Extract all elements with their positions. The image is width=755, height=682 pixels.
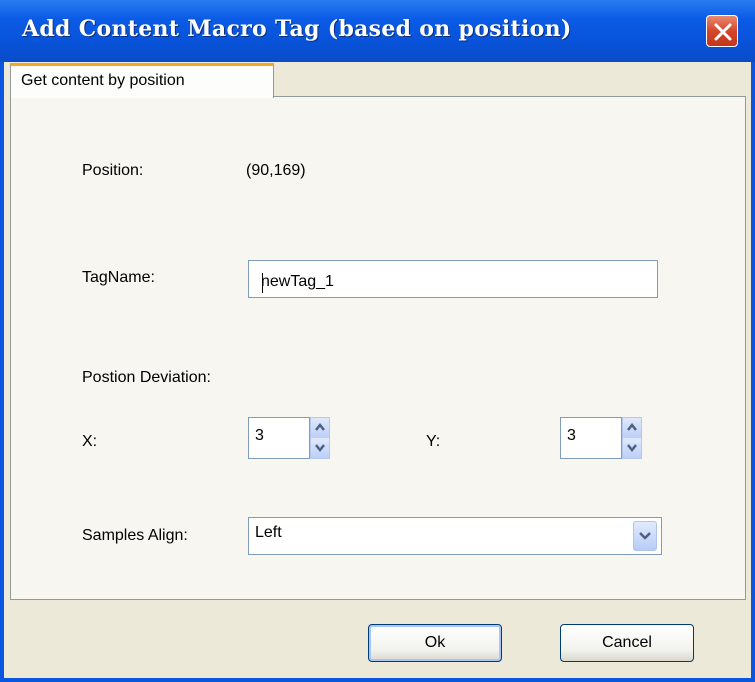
close-icon [714, 23, 732, 41]
y-spin-up[interactable] [623, 418, 641, 438]
chevron-down-icon [315, 444, 325, 453]
chevron-up-icon [315, 422, 325, 431]
cancel-button[interactable]: Cancel [560, 624, 694, 662]
y-value: 3 [567, 427, 576, 444]
close-button[interactable] [706, 15, 738, 47]
chevron-down-icon [639, 532, 651, 540]
tab-label: Get content by position [21, 72, 185, 89]
tab-get-content-by-position[interactable]: Get content by position [10, 63, 274, 98]
dropdown-button[interactable] [633, 521, 657, 551]
x-deviation-input[interactable]: 3 [248, 417, 310, 459]
x-spin-down[interactable] [311, 438, 329, 458]
chevron-down-icon [627, 444, 637, 453]
tagname-label: TagName: [82, 269, 155, 286]
dialog-window: Add Content Macro Tag (based on position… [0, 0, 755, 682]
position-label: Position: [82, 162, 144, 179]
x-value: 3 [255, 427, 264, 444]
deviation-label: Postion Deviation: [82, 369, 211, 386]
y-spinner[interactable] [622, 417, 642, 459]
text-caret [262, 273, 263, 293]
chevron-up-icon [627, 422, 637, 431]
dialog-client-area: Get content by position Position: (90,16… [4, 62, 751, 678]
samples-align-label: Samples Align: [82, 527, 188, 544]
y-deviation-input[interactable]: 3 [560, 417, 622, 459]
ok-button[interactable]: Ok [368, 624, 502, 662]
x-spin-up[interactable] [311, 418, 329, 438]
x-spinner[interactable] [310, 417, 330, 459]
samples-align-select[interactable]: Left [248, 517, 662, 555]
tab-panel: Position: (90,169) TagName: newTag_1 Pos… [10, 96, 746, 600]
tagname-value: newTag_1 [261, 273, 334, 290]
samples-align-value: Left [255, 524, 282, 541]
y-label: Y: [426, 433, 441, 450]
y-spin-down[interactable] [623, 438, 641, 458]
window-title: Add Content Macro Tag (based on position… [22, 16, 572, 42]
x-label: X: [82, 433, 98, 450]
title-bar[interactable]: Add Content Macro Tag (based on position… [0, 0, 755, 62]
position-value: (90,169) [246, 162, 306, 179]
tagname-input[interactable]: newTag_1 [248, 260, 658, 298]
